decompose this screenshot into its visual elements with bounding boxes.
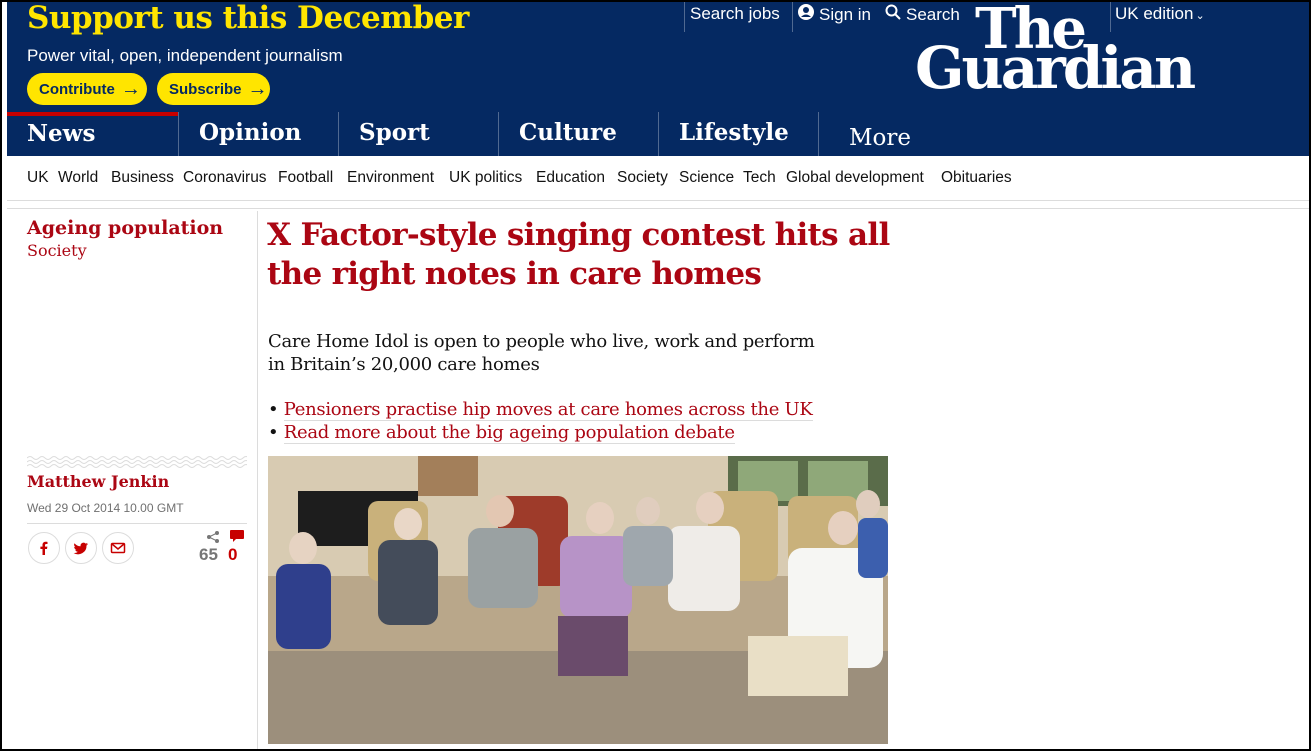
subnav-item-business[interactable]: Business: [111, 169, 174, 187]
divider: [792, 2, 793, 32]
section-link[interactable]: Society: [27, 241, 247, 260]
arrow-right-icon: →: [247, 78, 268, 100]
comment-icon: [230, 530, 244, 542]
related-link[interactable]: Pensioners practise hip moves at care ho…: [283, 399, 813, 421]
user-icon: [798, 4, 814, 25]
subnav-item-science[interactable]: Science: [679, 169, 734, 187]
support-title: Support us this December: [27, 0, 469, 36]
pillar-label: Culture: [519, 119, 617, 146]
subnav-item-uk-politics[interactable]: UK politics: [449, 169, 522, 187]
pillar-news[interactable]: News: [7, 112, 179, 156]
contribute-button[interactable]: Contribute →: [27, 73, 147, 105]
support-subtitle: Power vital, open, independent journalis…: [27, 46, 343, 65]
sign-in-label: Sign in: [819, 5, 871, 24]
article-standfirst: Care Home Idol is open to people who liv…: [268, 331, 815, 375]
column-divider: [257, 211, 258, 749]
meta-divider: [27, 523, 247, 524]
email-icon: [110, 542, 126, 554]
comment-count[interactable]: 0: [228, 545, 237, 565]
share-twitter-button[interactable]: [65, 532, 97, 564]
pillar-sport[interactable]: Sport: [338, 112, 498, 156]
subnav-item-environment[interactable]: Environment: [347, 169, 434, 187]
article-headline: X Factor-style singing contest hits all …: [267, 217, 890, 292]
pillar-label: Lifestyle: [679, 119, 789, 146]
subscribe-label: Subscribe: [169, 81, 242, 98]
search-link[interactable]: Search: [885, 4, 960, 25]
article-main-image: [268, 456, 888, 744]
edition-label: UK edition: [1115, 4, 1194, 23]
subnav-item-coronavirus[interactable]: Coronavirus: [183, 169, 267, 187]
article-labels: Ageing population Society: [27, 217, 247, 260]
squiggle-divider: [27, 456, 247, 468]
subnav-item-education[interactable]: Education: [536, 169, 605, 187]
content-divider: [7, 208, 1309, 209]
subnav-item-global-development[interactable]: Global development: [786, 169, 924, 187]
series-link[interactable]: Ageing population: [27, 217, 247, 239]
subnav-item-society[interactable]: Society: [617, 169, 668, 187]
byline-author[interactable]: Matthew Jenkin: [27, 472, 169, 491]
pillar-nav: News Opinion Sport Culture Lifestyle Mor…: [7, 112, 1309, 156]
subnav-item-football[interactable]: Football: [278, 169, 333, 187]
pillar-culture[interactable]: Culture: [498, 112, 658, 156]
chevron-down-icon: ⌄: [1195, 10, 1205, 22]
contribute-label: Contribute: [39, 81, 115, 98]
pillar-opinion[interactable]: Opinion: [178, 112, 338, 156]
subnav-item-world[interactable]: World: [58, 169, 98, 187]
pillar-more[interactable]: More ⌄: [818, 112, 978, 156]
pillar-label: Opinion: [199, 119, 302, 146]
sign-in-link[interactable]: Sign in: [798, 4, 871, 25]
subnav-item-tech[interactable]: Tech: [743, 169, 776, 187]
related-item: • Read more about the big ageing populat…: [268, 422, 735, 444]
pillar-label: News: [27, 120, 96, 147]
share-facebook-button[interactable]: [28, 532, 60, 564]
search-label: Search: [906, 5, 960, 24]
edition-selector[interactable]: UK edition ⌄: [1115, 4, 1205, 24]
masthead: Support us this December Power vital, op…: [7, 2, 1309, 112]
twitter-icon: [73, 542, 88, 555]
share-icon: [207, 531, 219, 543]
divider: [684, 2, 685, 32]
arrow-right-icon: →: [120, 78, 141, 100]
logo-guardian[interactable]: Guardian: [915, 34, 1196, 102]
subnav-item-uk[interactable]: UK: [27, 169, 49, 187]
pillar-label: Sport: [359, 119, 430, 146]
facebook-icon: [40, 541, 48, 555]
search-icon: [885, 4, 901, 25]
related-links: • Pensioners practise hip moves at care …: [268, 398, 813, 444]
page-frame: Support us this December Power vital, op…: [0, 0, 1311, 751]
chevron-down-icon: ⌄: [852, 125, 863, 140]
divider: [1110, 2, 1111, 32]
share-count: 65: [199, 545, 218, 564]
pillar-lifestyle[interactable]: Lifestyle: [658, 112, 818, 156]
subnav: UK World Business Coronavirus Football E…: [7, 156, 1309, 201]
publication-date: Wed 29 Oct 2014 10.00 GMT: [27, 501, 184, 515]
share-email-button[interactable]: [102, 532, 134, 564]
search-jobs-link[interactable]: Search jobs: [690, 4, 780, 24]
subscribe-button[interactable]: Subscribe →: [157, 73, 270, 105]
related-item: • Pensioners practise hip moves at care …: [268, 399, 813, 421]
subnav-item-obituaries[interactable]: Obituaries: [941, 169, 1012, 187]
related-link[interactable]: Read more about the big ageing populatio…: [283, 422, 735, 444]
